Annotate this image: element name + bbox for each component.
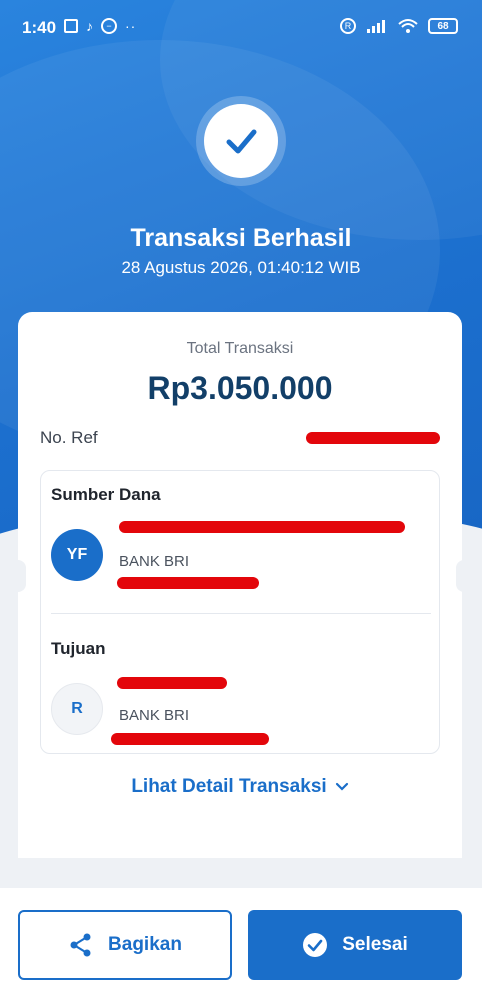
destination-bank: BANK BRI	[119, 707, 190, 724]
action-bar: Bagikan Selesai	[0, 888, 482, 1007]
signal-icon	[367, 20, 385, 33]
view-transaction-detail-link[interactable]: Lihat Detail Transaksi	[18, 776, 462, 798]
source-avatar: YF	[51, 529, 103, 581]
redaction-mark	[306, 432, 440, 444]
share-button-label: Bagikan	[108, 934, 182, 955]
more-notifications-icon: ··	[125, 18, 137, 34]
destination-section-title: Tujuan	[51, 639, 106, 658]
detail-link-label: Lihat Detail Transaksi	[131, 776, 327, 797]
source-section-title: Sumber Dana	[51, 485, 161, 504]
dnd-icon: −	[101, 18, 117, 34]
ref-label: No. Ref	[40, 428, 98, 447]
transaction-datetime: 28 Agustus 2026, 01:40:12 WIB	[121, 258, 361, 277]
share-button[interactable]: Bagikan	[18, 910, 232, 980]
checkmark-icon	[226, 129, 257, 154]
gallery-icon	[64, 19, 78, 33]
redaction-mark	[117, 677, 227, 689]
source-bank: BANK BRI	[119, 553, 190, 570]
music-icon: ♪	[86, 18, 93, 34]
success-badge	[196, 96, 286, 186]
status-time: 1:40	[22, 18, 57, 37]
check-circle-icon	[303, 933, 328, 957]
status-bar: 1:40 ♪ − ·· R 68	[0, 0, 482, 56]
redaction-mark	[111, 733, 269, 745]
page-title: Transaksi Berhasil	[130, 224, 352, 252]
done-button[interactable]: Selesai	[248, 910, 462, 980]
total-amount: Rp3.050.000	[147, 370, 333, 406]
battery-icon: 68	[428, 18, 458, 34]
wifi-icon	[398, 19, 418, 33]
share-icon	[70, 933, 91, 957]
total-label: Total Transaksi	[186, 340, 294, 357]
redaction-mark	[119, 521, 405, 533]
ticket-notch	[456, 560, 472, 592]
ticket-notch	[10, 560, 26, 592]
done-button-label: Selesai	[342, 934, 408, 955]
registered-icon: R	[340, 18, 356, 34]
redaction-mark	[117, 577, 259, 589]
divider	[51, 613, 431, 614]
chevron-down-icon	[335, 782, 348, 791]
transfer-parties: Sumber Dana YF BANK BRI Tujuan R BANK BR…	[40, 470, 440, 754]
destination-avatar: R	[51, 683, 103, 735]
receipt-card: Total Transaksi Rp3.050.000 No. Ref Sumb…	[18, 312, 462, 858]
